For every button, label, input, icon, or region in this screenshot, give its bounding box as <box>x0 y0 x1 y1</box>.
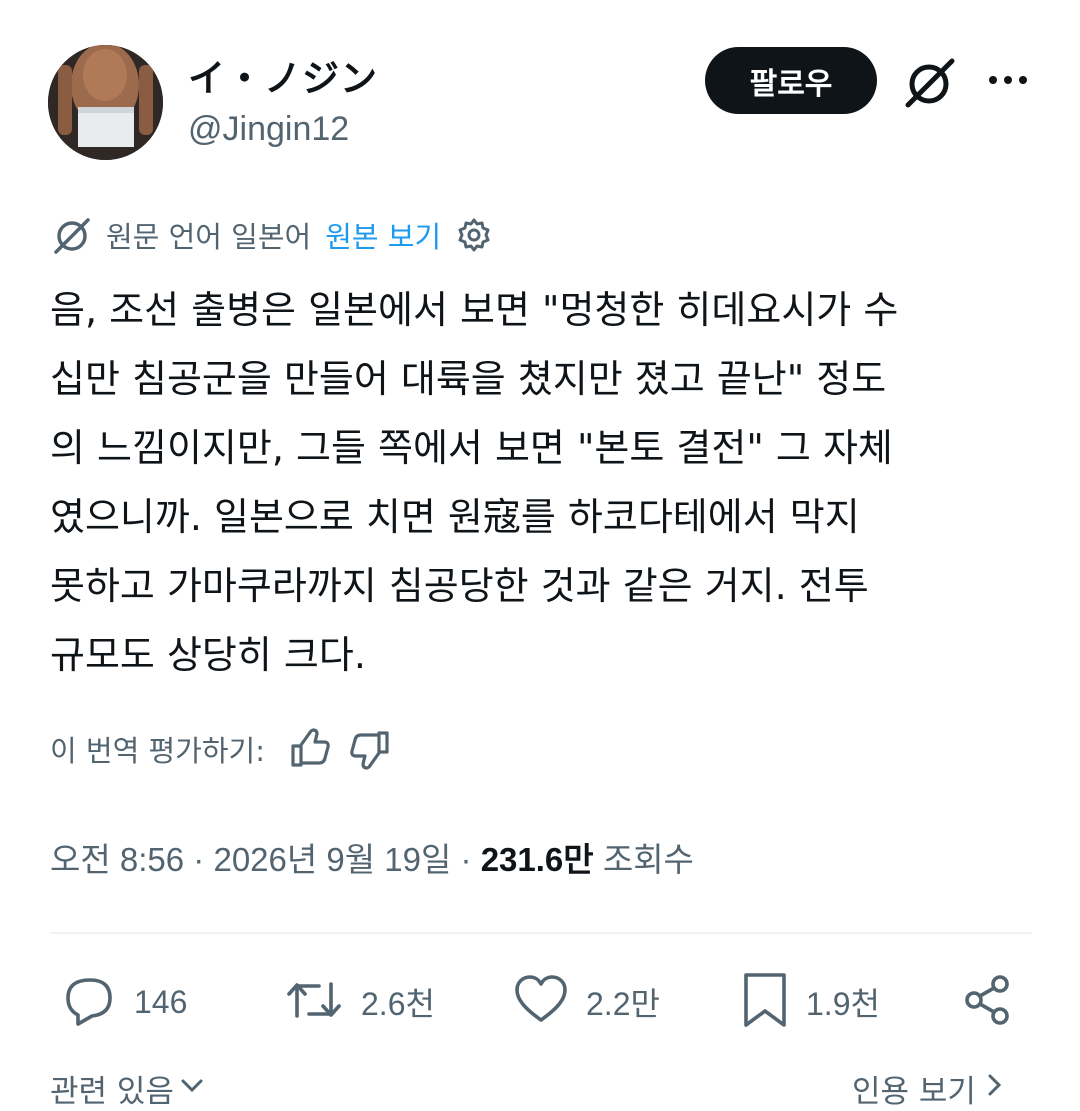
bookmark-icon <box>740 970 790 1034</box>
reply-icon <box>62 972 118 1032</box>
reply-count: 146 <box>134 983 188 1020</box>
author-handle[interactable]: @Jingin12 <box>188 110 349 149</box>
view-quotes-label: 인용 보기 <box>852 1074 976 1110</box>
repost-button[interactable]: 2.6천 <box>283 972 435 1032</box>
tweet-line: 규모도 상당히 크다. <box>50 633 366 677</box>
like-button[interactable]: 2.2만 <box>512 972 660 1032</box>
tweet-time[interactable]: 오전 8:56 <box>50 841 184 878</box>
divider <box>50 932 1032 934</box>
reply-button[interactable]: 146 <box>62 972 187 1032</box>
views-count: 231.6만 <box>480 841 594 878</box>
repost-count: 2.6천 <box>361 986 435 1022</box>
bookmark-button[interactable]: 1.9천 <box>740 972 880 1032</box>
bookmark-count: 1.9천 <box>806 986 880 1022</box>
follow-button[interactable]: 팔로우 <box>705 47 877 114</box>
meta-separator: · <box>193 841 214 878</box>
related-toggle[interactable]: 관련 있음 <box>50 1066 206 1111</box>
rate-translation-label: 이 번역 평가하기: <box>50 734 265 768</box>
tweet-meta: 오전 8:56 · 2026년 9월 19일 · 231.6만 조회수 <box>50 833 694 881</box>
tweet-line: 음, 조선 출병은 일본에서 보면 "멍청한 히데요시가 수 <box>50 288 899 332</box>
repost-icon <box>283 972 345 1032</box>
show-original-link[interactable]: 원본 보기 <box>325 214 441 256</box>
tweet-line: 의 느낌이지만, 그들 쪽에서 보면 "본토 결전" 그 자체 <box>50 426 893 470</box>
thumbs-up-icon[interactable] <box>287 727 331 771</box>
share-button[interactable] <box>960 972 1016 1032</box>
author-name[interactable]: イ・ノジン <box>188 48 378 102</box>
tweet-line: 였으니까. 일본으로 치면 원寇를 하코다테에서 막지 <box>50 495 860 539</box>
tweet-text: 음, 조선 출병은 일본에서 보면 "멍청한 히데요시가 수 십만 침공군을 만… <box>50 276 1040 690</box>
grok-icon <box>50 213 94 257</box>
rate-translation: 이 번역 평가하기: <box>50 724 393 774</box>
gear-icon[interactable] <box>455 216 493 254</box>
chevron-down-icon <box>178 1071 206 1107</box>
views-label: 조회수 <box>602 841 694 878</box>
translation-bar: 원문 언어 일본어 원본 보기 <box>50 213 493 257</box>
thumbs-down-icon[interactable] <box>349 727 393 771</box>
meta-separator: · <box>460 841 481 878</box>
heart-icon <box>512 972 570 1032</box>
tweet-line: 못하고 가마쿠라까지 침공당한 것과 같은 거지. 전투 <box>50 564 869 608</box>
related-label: 관련 있음 <box>50 1074 174 1110</box>
tweet-line: 십만 침공군을 만들어 대륙을 쳤지만 졌고 끝난" 정도 <box>50 357 887 401</box>
share-icon <box>960 972 1016 1032</box>
translation-language-note: 원문 언어 일본어 <box>106 220 312 254</box>
view-quotes-link[interactable]: 인용 보기 <box>852 1066 1006 1111</box>
grok-icon[interactable] <box>902 55 958 111</box>
more-icon[interactable] <box>985 60 1031 100</box>
avatar[interactable] <box>48 45 163 160</box>
tweet-date[interactable]: 2026년 9월 19일 <box>213 841 451 878</box>
like-count: 2.2만 <box>586 986 660 1022</box>
chevron-right-icon <box>982 1071 1006 1107</box>
